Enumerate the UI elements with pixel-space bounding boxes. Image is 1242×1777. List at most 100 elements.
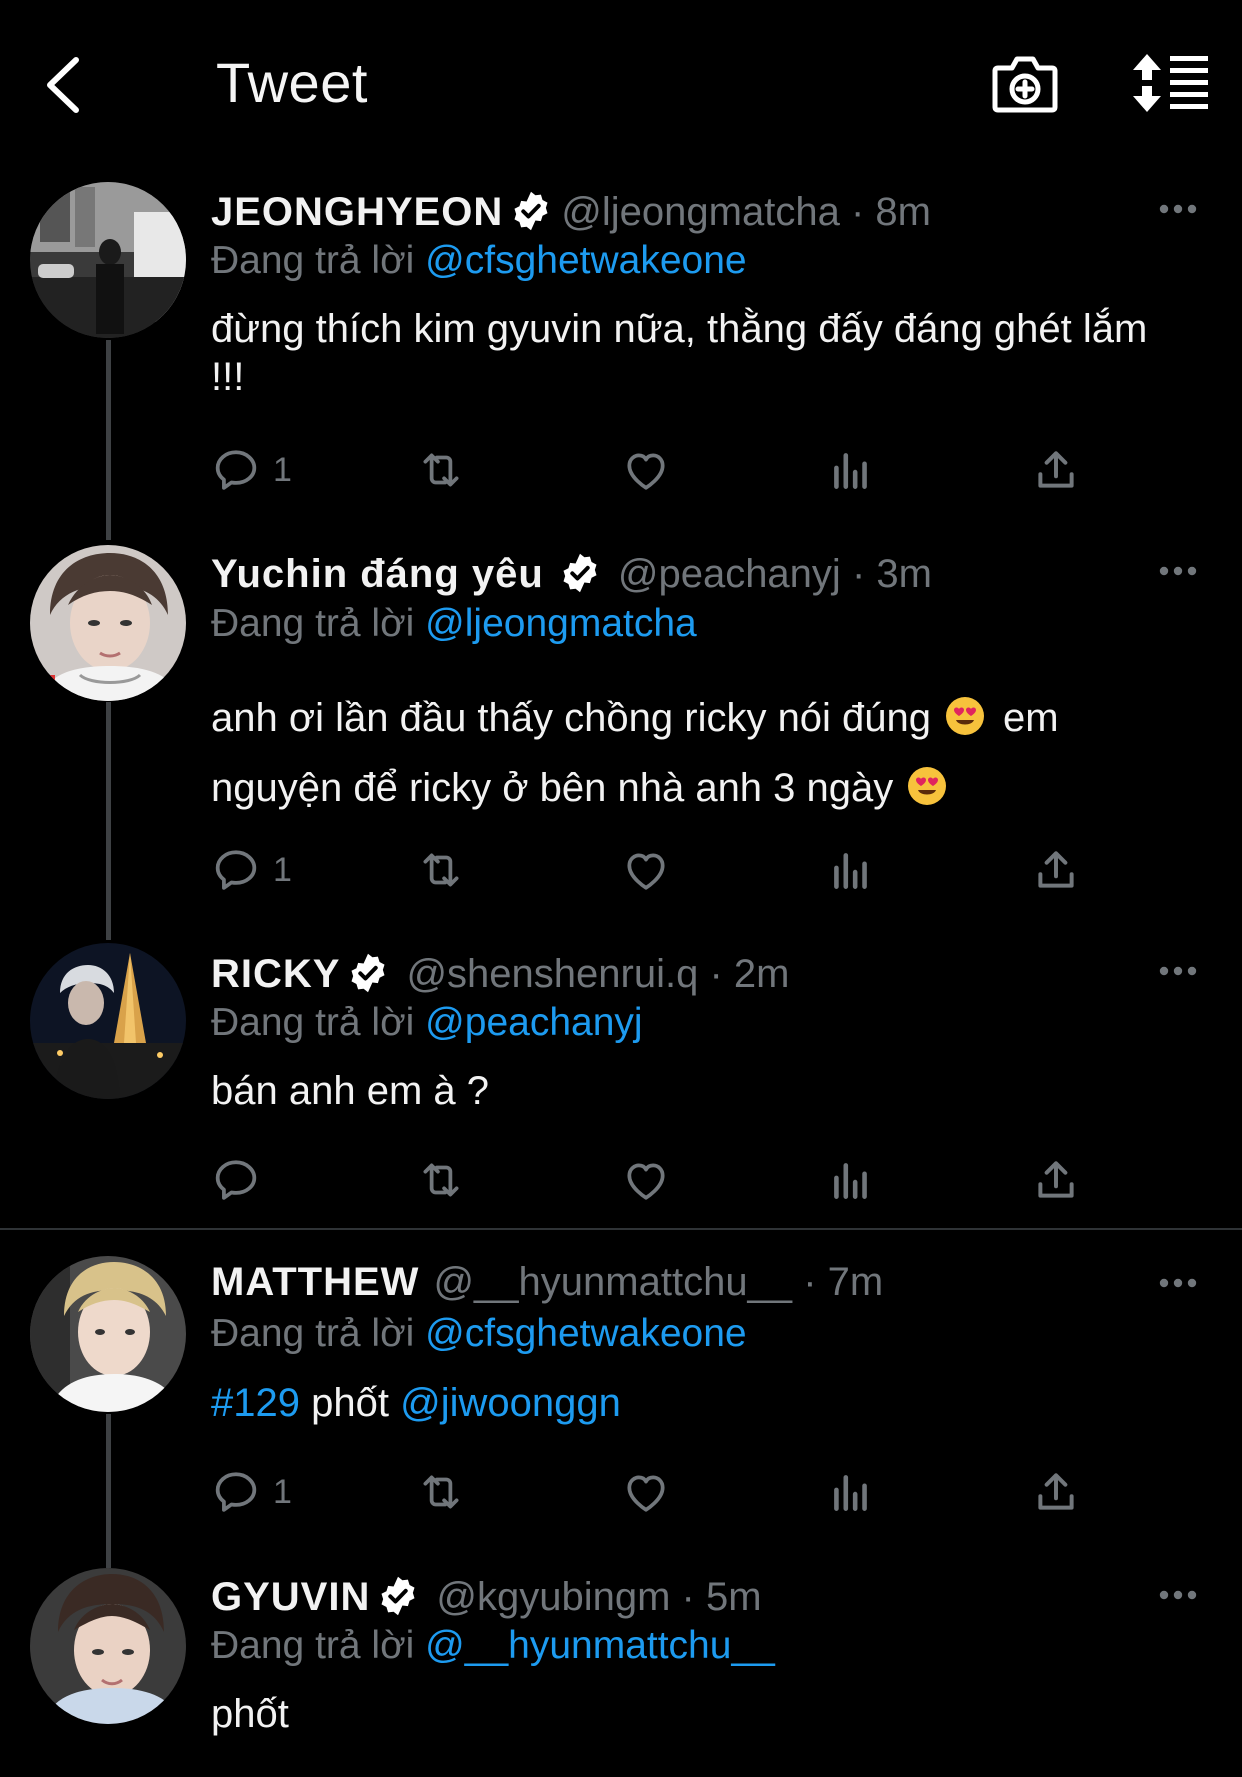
display-name[interactable]: Yuchin đáng yêu <box>211 552 544 596</box>
camera-plus-icon[interactable] <box>990 50 1060 116</box>
avatar[interactable] <box>30 943 186 1099</box>
reply-button[interactable]: 1 <box>211 1462 292 1522</box>
handle[interactable]: @peachanyj <box>618 552 841 596</box>
reply-mention-link[interactable]: @cfsghetwakeone <box>425 1312 746 1355</box>
retweet-icon <box>416 1155 466 1205</box>
tweet-text: #129 phốt @jiwoonggn <box>211 1379 1191 1427</box>
tweet-text-part: anh ơi lần đầu thấy chồng ricky nói đúng <box>211 696 932 740</box>
share-button[interactable] <box>1031 840 1081 900</box>
reply-mention-link[interactable]: @ljeongmatcha <box>425 602 697 645</box>
reply-icon <box>211 1155 261 1205</box>
analytics-button[interactable] <box>826 1150 876 1210</box>
action-bar: 1 <box>211 440 1111 500</box>
tweet-text-part: phốt <box>311 1381 389 1425</box>
display-name[interactable]: JEONGHYEON <box>211 190 503 234</box>
action-bar <box>211 1150 1111 1210</box>
tweet-header: MATTHEW @__hyunmattchu__ · 7m <box>211 1258 883 1306</box>
avatar[interactable] <box>30 545 186 701</box>
heart-icon <box>621 845 671 895</box>
tweet-text: anh ơi lần đầu thấy chồng ricky nói đúng… <box>211 683 1191 823</box>
reply-mention-link[interactable]: @__hyunmattchu__ <box>425 1624 775 1667</box>
timestamp: · 3m <box>851 552 932 596</box>
more-options-icon[interactable] <box>1158 1276 1198 1290</box>
tweet-header: Yuchin đáng yêu @peachanyj · 3m <box>211 550 932 601</box>
share-icon <box>1031 845 1081 895</box>
tweet-header: JEONGHYEON @ljeongmatcha · 8m <box>211 188 931 239</box>
reply-button[interactable]: 1 <box>211 440 292 500</box>
share-button[interactable] <box>1031 440 1081 500</box>
reply-prefix: Đang trả lời <box>211 1001 415 1044</box>
reply-prefix: Đang trả lời <box>211 1312 415 1355</box>
retweet-icon <box>416 445 466 495</box>
hashtag-link[interactable]: #129 <box>211 1381 300 1425</box>
more-options-icon[interactable] <box>1158 202 1198 216</box>
more-options-icon[interactable] <box>1158 964 1198 978</box>
action-bar: 1 <box>211 1462 1111 1522</box>
like-button[interactable] <box>621 440 671 500</box>
reply-context: Đang trả lời @ljeongmatcha <box>211 600 697 648</box>
retweet-button[interactable] <box>416 440 466 500</box>
analytics-icon <box>826 1155 876 1205</box>
reply-button[interactable]: 1 <box>211 840 292 900</box>
heart-icon <box>621 1155 671 1205</box>
retweet-button[interactable] <box>416 1150 466 1210</box>
like-button[interactable] <box>621 1150 671 1210</box>
display-name[interactable]: MATTHEW <box>211 1260 419 1304</box>
analytics-button[interactable] <box>826 1462 876 1522</box>
tweet-text: phốt <box>211 1692 289 1736</box>
reply-prefix: Đang trả lời <box>211 1624 415 1667</box>
reply-prefix: Đang trả lời <box>211 602 415 645</box>
display-name[interactable]: GYUVIN <box>211 1575 370 1619</box>
heart-icon <box>621 445 671 495</box>
back-arrow-icon[interactable] <box>36 50 96 120</box>
heart-icon <box>621 1467 671 1517</box>
display-name[interactable]: RICKY <box>211 952 340 996</box>
analytics-button[interactable] <box>826 840 876 900</box>
reply-button[interactable] <box>211 1150 261 1210</box>
reply-context: Đang trả lời @cfsghetwakeone <box>211 1310 747 1358</box>
thread-line <box>106 702 111 940</box>
share-button[interactable] <box>1031 1150 1081 1210</box>
avatar[interactable] <box>30 1256 186 1412</box>
analytics-button[interactable] <box>826 440 876 500</box>
retweet-button[interactable] <box>416 1462 466 1522</box>
tweet-header: GYUVIN @kgyubingm · 5m <box>211 1573 762 1624</box>
timestamp: · 7m <box>803 1260 884 1304</box>
like-button[interactable] <box>621 1462 671 1522</box>
thread-line <box>106 340 111 540</box>
reply-icon <box>211 445 261 495</box>
analytics-icon <box>826 445 876 495</box>
avatar[interactable] <box>30 1568 186 1724</box>
timestamp: · 5m <box>681 1575 762 1619</box>
timestamp: · 8m <box>850 190 931 234</box>
reply-count: 1 <box>273 1472 292 1511</box>
more-options-icon[interactable] <box>1158 1588 1198 1602</box>
handle[interactable]: @ljeongmatcha <box>561 190 840 234</box>
share-button[interactable] <box>1031 1462 1081 1522</box>
like-button[interactable] <box>621 840 671 900</box>
sort-icon[interactable] <box>1130 52 1210 114</box>
reply-context: Đang trả lời @__hyunmattchu__ <box>211 1622 775 1670</box>
share-icon <box>1031 1467 1081 1517</box>
avatar[interactable] <box>30 182 186 338</box>
retweet-button[interactable] <box>416 840 466 900</box>
handle[interactable]: @__hyunmattchu__ <box>433 1260 792 1304</box>
page-title: Tweet <box>216 51 368 114</box>
top-bar: Tweet <box>0 0 1242 170</box>
reply-mention-link[interactable]: @peachanyj <box>425 1001 642 1044</box>
verified-badge-icon <box>558 551 602 595</box>
handle[interactable]: @shenshenrui.q <box>406 952 698 996</box>
heart-eyes-emoji-icon <box>907 766 947 806</box>
mention-link[interactable]: @jiwoonggn <box>400 1381 621 1425</box>
heart-eyes-emoji-icon <box>945 696 985 736</box>
more-options-icon[interactable] <box>1158 564 1198 578</box>
reply-prefix: Đang trả lời <box>211 239 415 282</box>
analytics-icon <box>826 1467 876 1517</box>
tweet-text: đừng thích kim gyuvin nữa, thằng đấy đán… <box>211 307 1148 399</box>
handle[interactable]: @kgyubingm <box>436 1575 670 1619</box>
reply-mention-link[interactable]: @cfsghetwakeone <box>425 239 746 282</box>
share-icon <box>1031 445 1081 495</box>
retweet-icon <box>416 845 466 895</box>
tweet-header: RICKY @shenshenrui.q · 2m <box>211 950 789 1001</box>
reply-context: Đang trả lời @cfsghetwakeone <box>211 237 747 285</box>
